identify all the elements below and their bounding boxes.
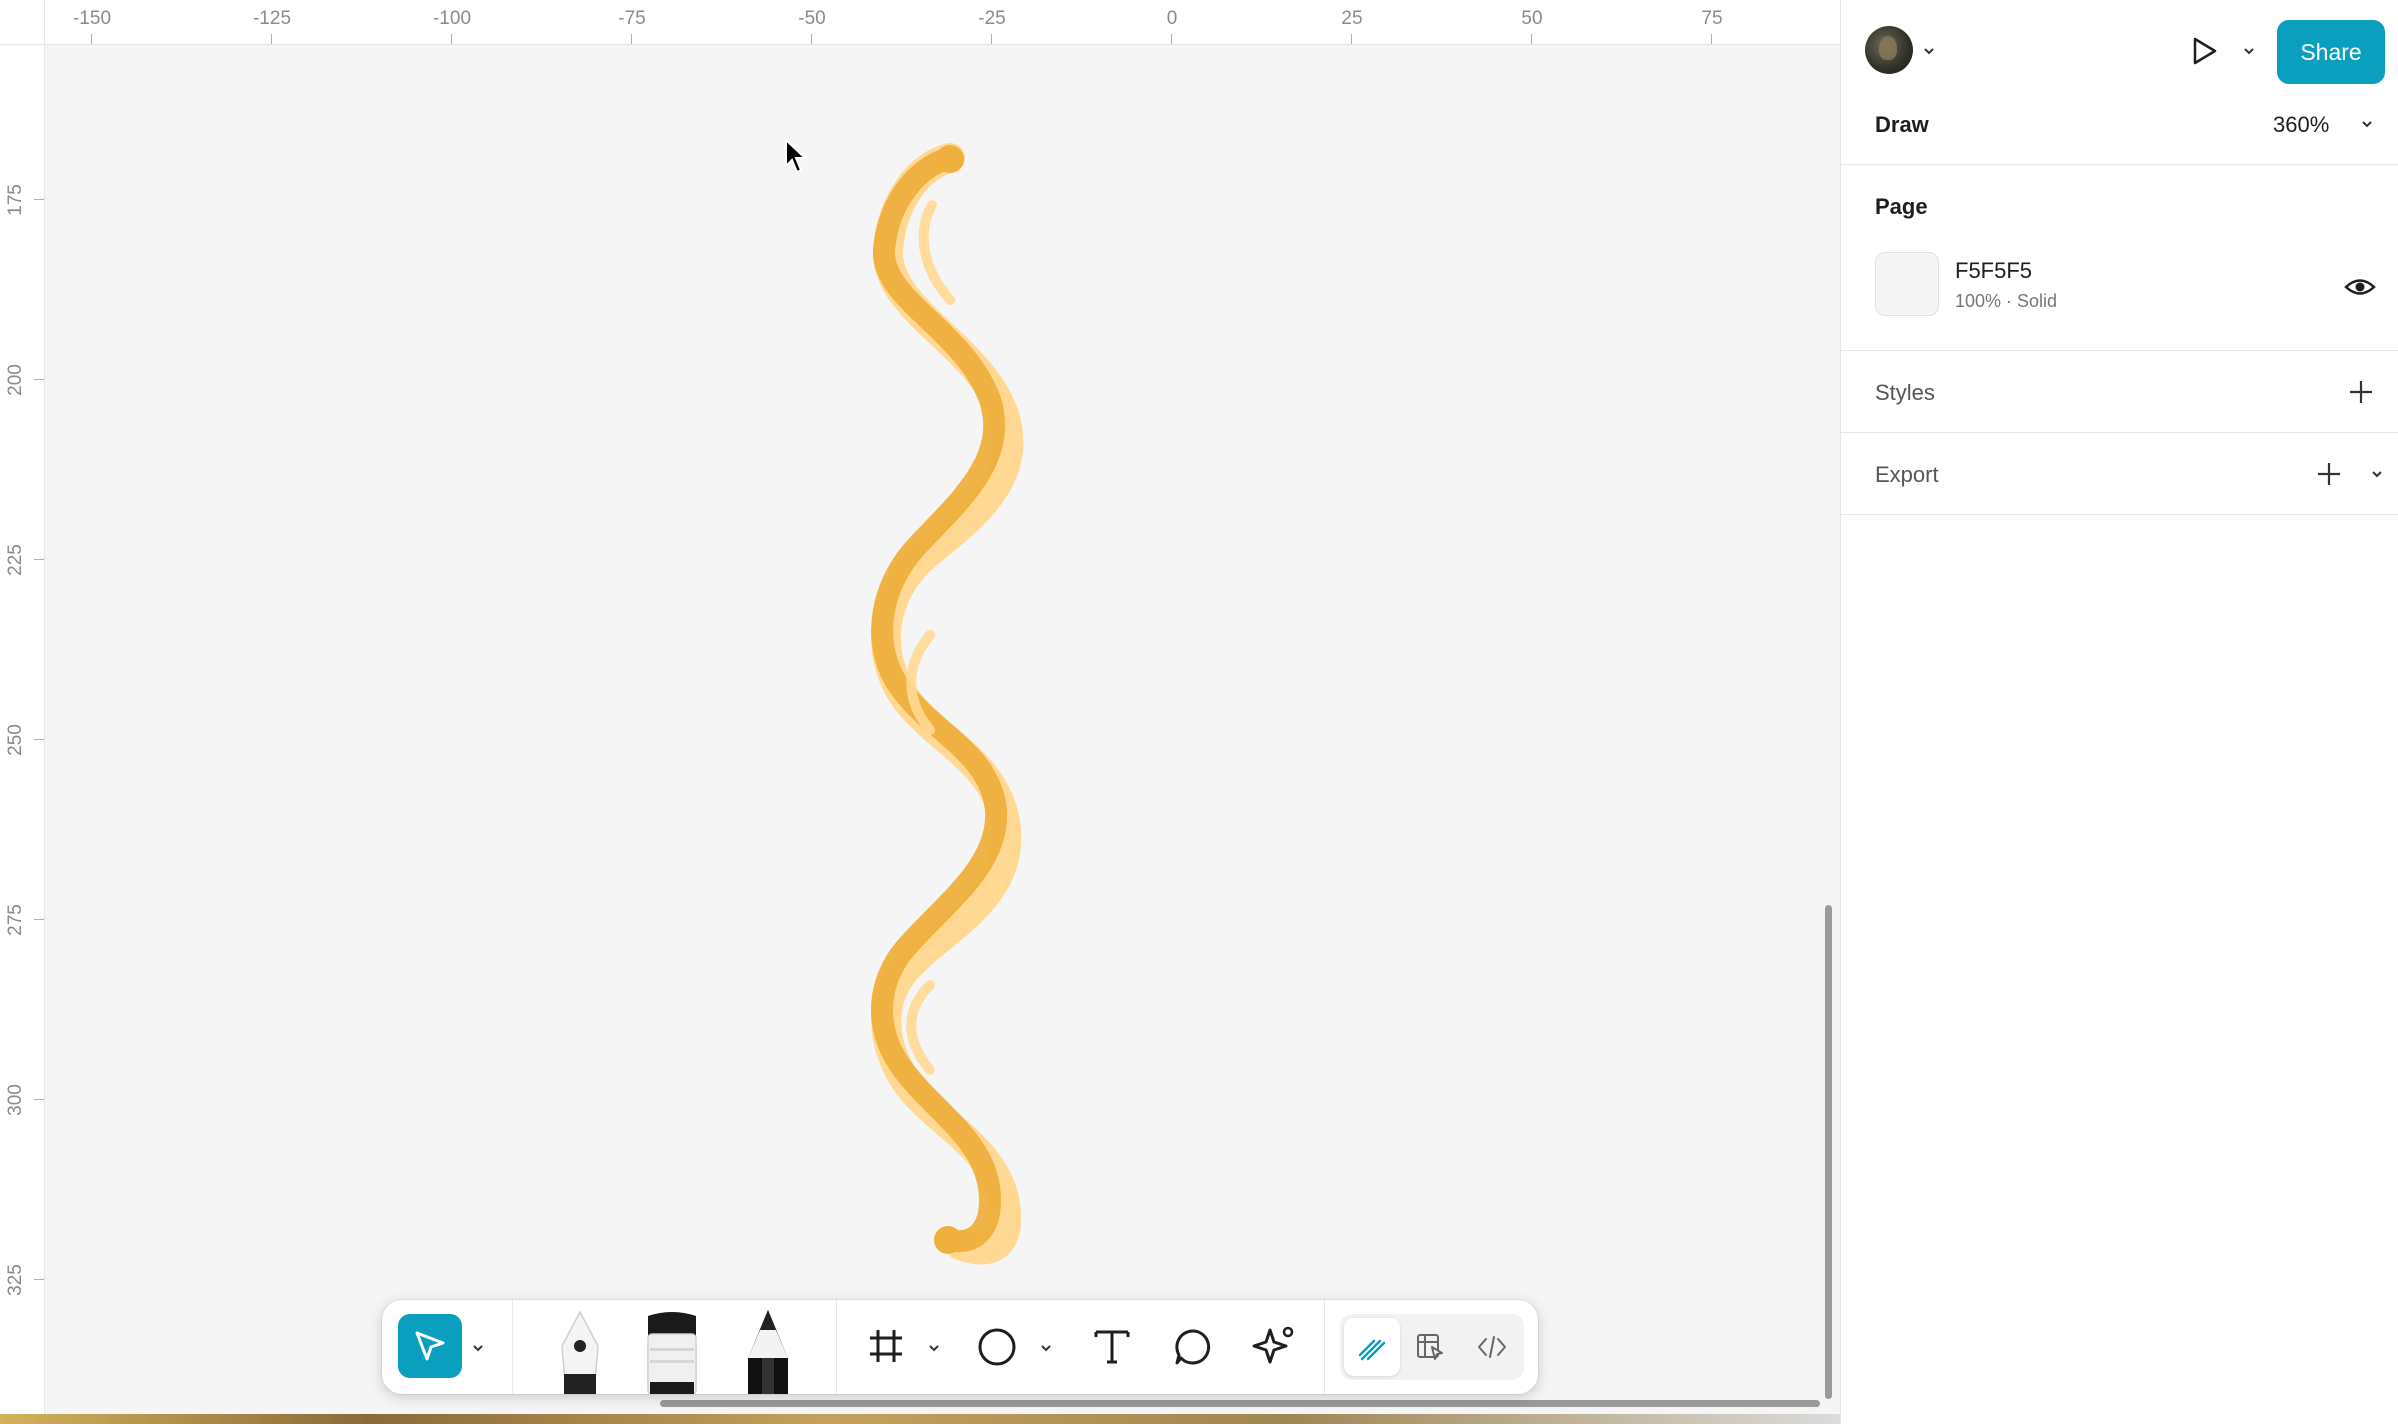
add-style-icon[interactable] [2347, 378, 2375, 406]
chevron-down-icon[interactable] [1038, 1340, 1054, 1356]
wavy-brush-stroke[interactable] [0, 0, 1840, 1424]
text-icon[interactable] [1092, 1326, 1132, 1366]
pointer-arrow-icon [415, 1331, 445, 1361]
frame-hash-icon[interactable] [866, 1326, 906, 1366]
canvas[interactable]: -150 -125 -100 -75 -50 -25 0 25 50 75 17… [0, 0, 1840, 1424]
toolbar-divider [1324, 1300, 1325, 1394]
page-color-meta: 100% · Solid [1955, 291, 2058, 311]
mode-switcher [1340, 1314, 1524, 1380]
avatar[interactable] [1865, 26, 1913, 74]
zoom-level[interactable]: 360% [2273, 112, 2329, 138]
properties-panel: Share Draw 360% Page F5F5F5 100% · Solid… [1840, 0, 2398, 1424]
ruler-corner [0, 0, 45, 45]
play-icon[interactable] [2187, 34, 2221, 68]
divider [1841, 432, 2398, 433]
speech-bubble-icon[interactable] [1172, 1326, 1214, 1368]
page-color-swatch[interactable] [1875, 252, 1939, 316]
eye-icon[interactable] [2343, 270, 2377, 304]
bottom-toolbar [382, 1300, 1538, 1394]
add-export-icon[interactable] [2315, 460, 2343, 488]
divider [1841, 164, 2398, 165]
code-icon[interactable] [1476, 1331, 1508, 1363]
chevron-down-icon[interactable] [1921, 43, 1937, 59]
page-section-title: Page [1875, 194, 1928, 219]
mode-label: Draw [1875, 112, 1929, 137]
vertical-scrollbar[interactable] [1825, 905, 1832, 1399]
chevron-down-icon[interactable] [926, 1340, 942, 1356]
chevron-down-icon[interactable] [470, 1340, 486, 1356]
select-tool-button[interactable] [398, 1314, 462, 1378]
share-button[interactable]: Share [2277, 20, 2385, 84]
desktop-background-strip [0, 1414, 1840, 1424]
toolbar-divider [836, 1300, 837, 1394]
draw-mode-icon [1358, 1339, 1386, 1361]
sparkle-icon[interactable] [1252, 1324, 1296, 1368]
design-mode-icon[interactable] [1414, 1331, 1446, 1363]
export-section-title: Export [1875, 462, 1939, 487]
ellipse-icon[interactable] [976, 1326, 1018, 1368]
chevron-down-icon[interactable] [2369, 466, 2385, 482]
marker-icon[interactable] [642, 1308, 702, 1394]
styles-section-title: Styles [1875, 380, 1935, 405]
pencil-icon[interactable] [738, 1308, 798, 1394]
pen-icon[interactable] [550, 1308, 610, 1394]
draw-mode-button[interactable] [1344, 1318, 1400, 1376]
chevron-down-icon[interactable] [2359, 116, 2375, 132]
page-color-hex[interactable]: F5F5F5 [1955, 258, 2032, 284]
horizontal-scrollbar[interactable] [660, 1400, 1820, 1407]
divider [1841, 514, 2398, 515]
divider [1841, 350, 2398, 351]
mouse-cursor-icon [785, 138, 808, 174]
toolbar-divider [512, 1300, 513, 1394]
chevron-down-icon[interactable] [2241, 43, 2257, 59]
